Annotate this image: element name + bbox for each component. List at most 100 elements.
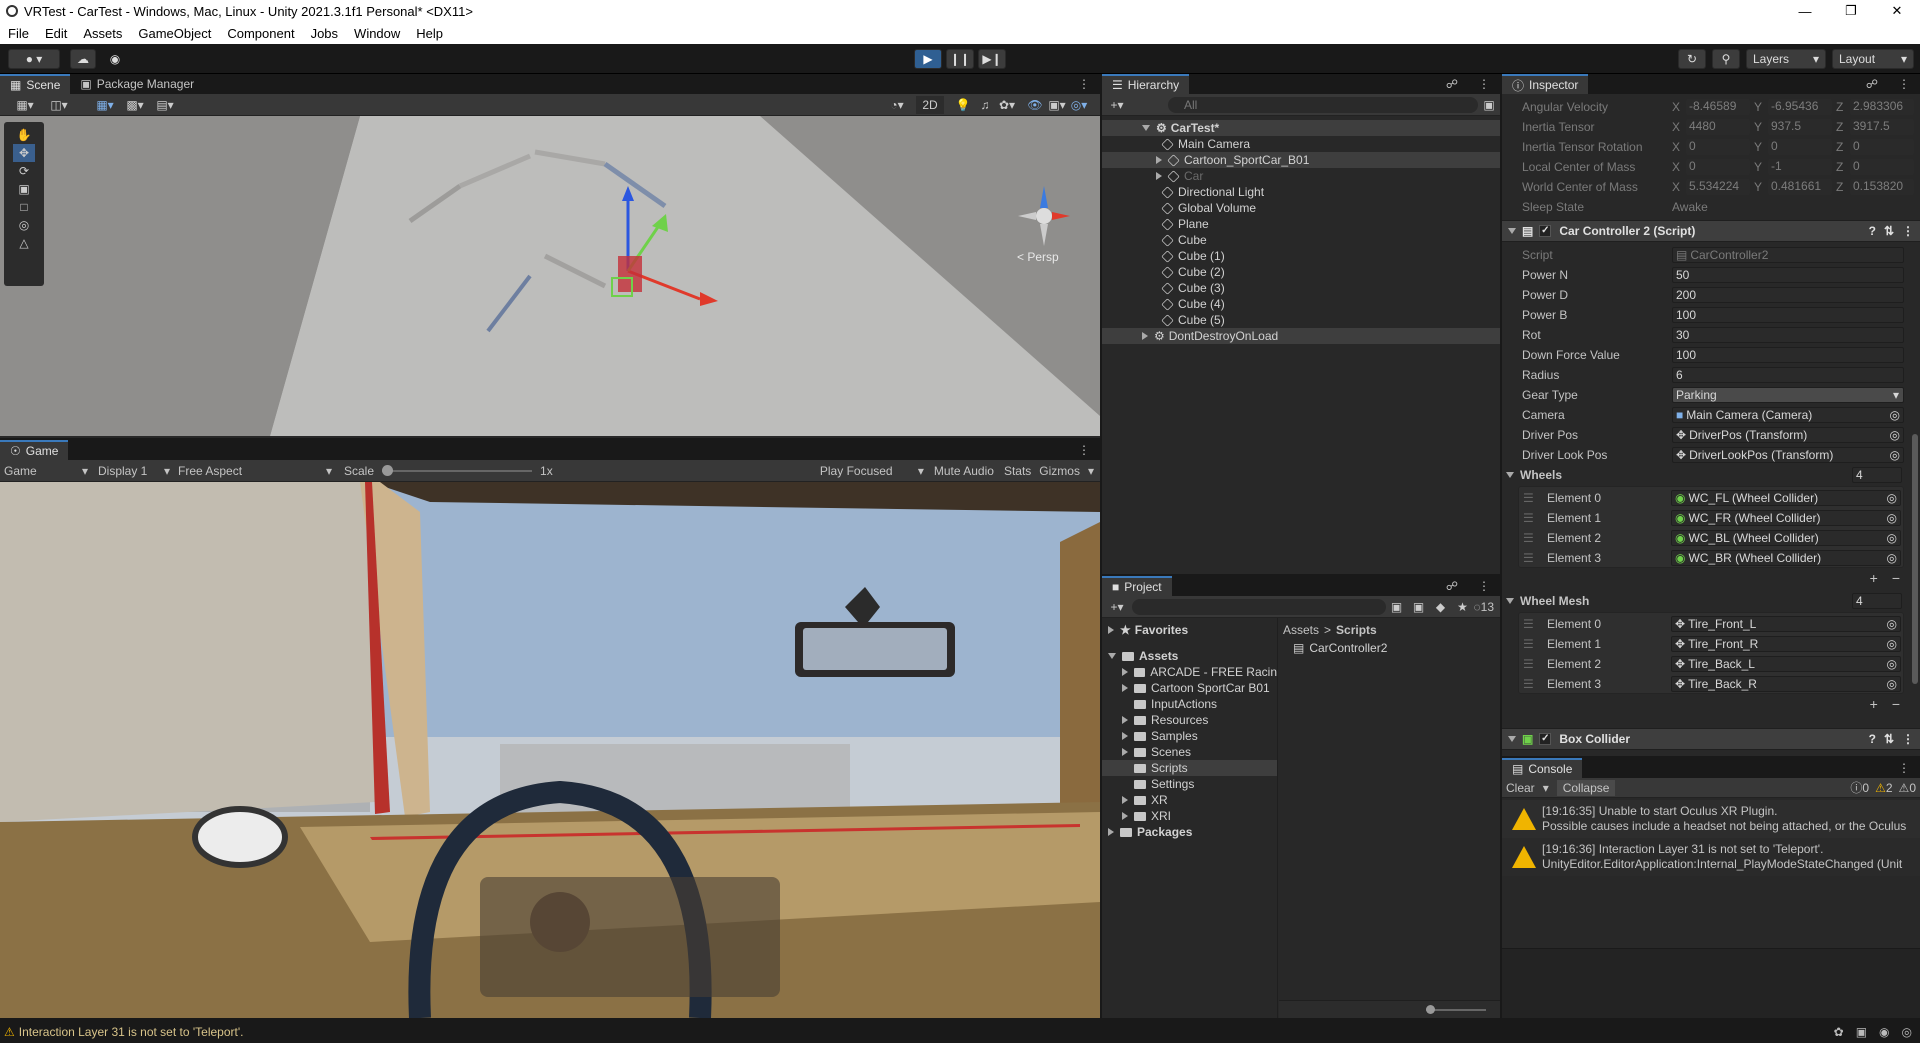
render-mode-icon[interactable]: ◫▾ [48, 96, 70, 114]
object-picker-icon[interactable]: ◎ [1887, 511, 1897, 525]
expand-arrow-icon[interactable] [1156, 156, 1162, 164]
panel-menu-icon[interactable]: ⋮ [1068, 74, 1100, 94]
play-focused-dropdown[interactable]: Play Focused ▾ [820, 464, 924, 478]
mode-2d-button[interactable]: 2D [916, 95, 944, 114]
lock-icon[interactable]: ☍ [1855, 74, 1888, 94]
scale-tool-icon[interactable]: ▣ [13, 180, 35, 198]
folder-item[interactable]: ARCADE - FREE Racin [1102, 664, 1277, 680]
hierarchy-item-dontdestroyonload[interactable]: ⚙ DontDestroyOnLoad [1102, 328, 1500, 344]
expand-arrow-icon[interactable] [1142, 125, 1150, 131]
panel-menu-icon[interactable]: ⋮ [1888, 758, 1920, 778]
mesh-object-field[interactable]: ✥ Tire_Front_R ◎ [1671, 636, 1901, 652]
layout-dropdown[interactable]: Layout ▾ [1832, 49, 1914, 69]
expand-arrow-icon[interactable] [1122, 668, 1128, 676]
expand-arrow-icon[interactable] [1122, 748, 1128, 756]
mesh-object-field[interactable]: ✥ Tire_Back_R ◎ [1671, 676, 1901, 692]
object-picker-icon[interactable]: ◎ [1890, 408, 1900, 422]
tab-inspector[interactable]: ⓘ Inspector [1502, 74, 1589, 94]
radius-input[interactable]: 6 [1672, 367, 1904, 383]
component-menu-icon[interactable]: ⋮ [1902, 732, 1914, 746]
help-icon[interactable]: ? [1869, 732, 1876, 746]
add-element-button[interactable]: + [1870, 696, 1878, 712]
add-icon[interactable]: +▾ [1106, 96, 1128, 114]
folder-item[interactable]: Scenes [1102, 744, 1277, 760]
favorites-item[interactable]: ★ Favorites [1102, 622, 1277, 638]
packages-folder[interactable]: Packages [1102, 824, 1277, 840]
preset-icon[interactable]: ⇅ [1884, 732, 1894, 746]
gizmos-icon[interactable]: ◎▾ [1068, 96, 1090, 114]
draw-mode-icon[interactable]: ▦▾ [14, 96, 36, 114]
warning-filter-button[interactable]: ⚠2 [1875, 781, 1892, 795]
expand-arrow-icon[interactable] [1122, 812, 1128, 820]
folder-item[interactable]: InputActions [1102, 696, 1277, 712]
tab-console[interactable]: ▤ Console [1502, 758, 1583, 778]
wheel-collider-field[interactable]: ◉ WC_BR (Wheel Collider) ◎ [1671, 550, 1901, 566]
object-picker-icon[interactable]: ◎ [1887, 617, 1897, 631]
stats-button[interactable]: Stats [1004, 464, 1031, 478]
breadcrumb-assets[interactable]: Assets [1283, 623, 1319, 637]
hidden-objects-icon[interactable]: 👁 [1024, 96, 1046, 114]
error-filter-button[interactable]: ⚠0 [1899, 781, 1916, 795]
assets-folder[interactable]: Assets [1102, 648, 1277, 664]
expand-arrow-icon[interactable] [1122, 684, 1128, 692]
hierarchy-item-cube-1[interactable]: Cube (1) [1102, 248, 1500, 264]
remove-element-button[interactable]: − [1892, 570, 1900, 586]
wheel-mesh-header[interactable]: Wheel Mesh 4 [1502, 592, 1920, 610]
menu-help[interactable]: Help [408, 26, 451, 41]
lighting-icon[interactable]: 💡 [952, 96, 974, 114]
power-b-input[interactable]: 100 [1672, 307, 1904, 323]
cloud-icon[interactable]: ☁ [70, 49, 96, 69]
drag-handle-icon[interactable]: ☰ [1523, 677, 1534, 691]
settings-icon[interactable]: ◎ [1902, 1025, 1912, 1039]
lock-icon[interactable]: ☍ [1435, 576, 1468, 596]
object-picker-icon[interactable]: ◎ [1890, 428, 1900, 442]
icon-size-slider[interactable] [1426, 1005, 1486, 1014]
object-picker-icon[interactable]: ◎ [1887, 491, 1897, 505]
console-message[interactable]: [19:16:35] Unable to start Oculus XR Plu… [1502, 800, 1920, 838]
menu-gameobject[interactable]: GameObject [130, 26, 219, 41]
expand-arrow-icon[interactable] [1508, 736, 1516, 742]
mute-audio-button[interactable]: Mute Audio [934, 464, 994, 478]
drag-handle-icon[interactable]: ☰ [1523, 491, 1534, 505]
wheel-collider-field[interactable]: ◉ WC_FR (Wheel Collider) ◎ [1671, 510, 1901, 526]
expand-arrow-icon[interactable] [1122, 732, 1128, 740]
rotate-tool-icon[interactable]: ⟳ [13, 162, 35, 180]
hierarchy-item-cube-3[interactable]: Cube (3) [1102, 280, 1500, 296]
hierarchy-item-cube-5[interactable]: Cube (5) [1102, 312, 1500, 328]
driver-pos-object-field[interactable]: ✥ DriverPos (Transform) ◎ [1672, 427, 1904, 443]
wheels-size-input[interactable]: 4 [1852, 467, 1902, 483]
object-picker-icon[interactable]: ◎ [1887, 677, 1897, 691]
audio-icon[interactable]: ♫ [974, 96, 996, 114]
hidden-count-badge[interactable]: ◌13 [1474, 600, 1495, 614]
scale-slider[interactable] [382, 464, 533, 476]
enabled-checkbox[interactable]: ✓ [1539, 733, 1552, 745]
tab-game[interactable]: ☉ Game [0, 440, 69, 460]
remove-element-button[interactable]: − [1892, 696, 1900, 712]
expand-arrow-icon[interactable] [1506, 598, 1514, 604]
clear-dropdown[interactable]: Clear ▾ [1506, 781, 1549, 795]
wheel-collider-field[interactable]: ◉ WC_FL (Wheel Collider) ◎ [1671, 490, 1901, 506]
car-controller-header[interactable]: ▤ ✓ Car Controller 2 (Script) ? ⇅ ⋮ [1502, 220, 1920, 242]
wheels-header[interactable]: Wheels 4 [1502, 466, 1920, 484]
camera-settings-icon[interactable]: ▣▾ [1046, 96, 1068, 114]
snap-increment-icon[interactable]: ▩▾ [124, 96, 146, 114]
status-message[interactable]: Interaction Layer 31 is not set to 'Tele… [19, 1025, 244, 1039]
folder-item[interactable]: Samples [1102, 728, 1277, 744]
account-button[interactable]: ● ▾ [8, 49, 60, 69]
layers-dropdown[interactable]: Layers ▾ [1746, 49, 1826, 69]
hierarchy-item-car[interactable]: Car [1102, 168, 1500, 184]
panel-menu-icon[interactable]: ⋮ [1468, 74, 1500, 94]
lock-icon[interactable]: ☍ [1435, 74, 1468, 94]
grid-visibility-icon[interactable]: ▤▾ [154, 96, 176, 114]
component-menu-icon[interactable]: ⋮ [1902, 224, 1914, 238]
rot-input[interactable]: 30 [1672, 327, 1904, 343]
gizmos-dropdown[interactable]: Gizmos ▾ [1039, 464, 1094, 478]
drag-handle-icon[interactable]: ☰ [1523, 637, 1534, 651]
close-button[interactable]: ✕ [1874, 0, 1920, 22]
hierarchy-search-input[interactable]: All [1168, 96, 1478, 113]
info-filter-button[interactable]: ⓘ0 [1850, 779, 1869, 796]
hierarchy-item-cube-4[interactable]: Cube (4) [1102, 296, 1500, 312]
object-picker-icon[interactable]: ◎ [1887, 657, 1897, 671]
drag-handle-icon[interactable]: ☰ [1523, 511, 1534, 525]
expand-arrow-icon[interactable] [1506, 472, 1514, 478]
